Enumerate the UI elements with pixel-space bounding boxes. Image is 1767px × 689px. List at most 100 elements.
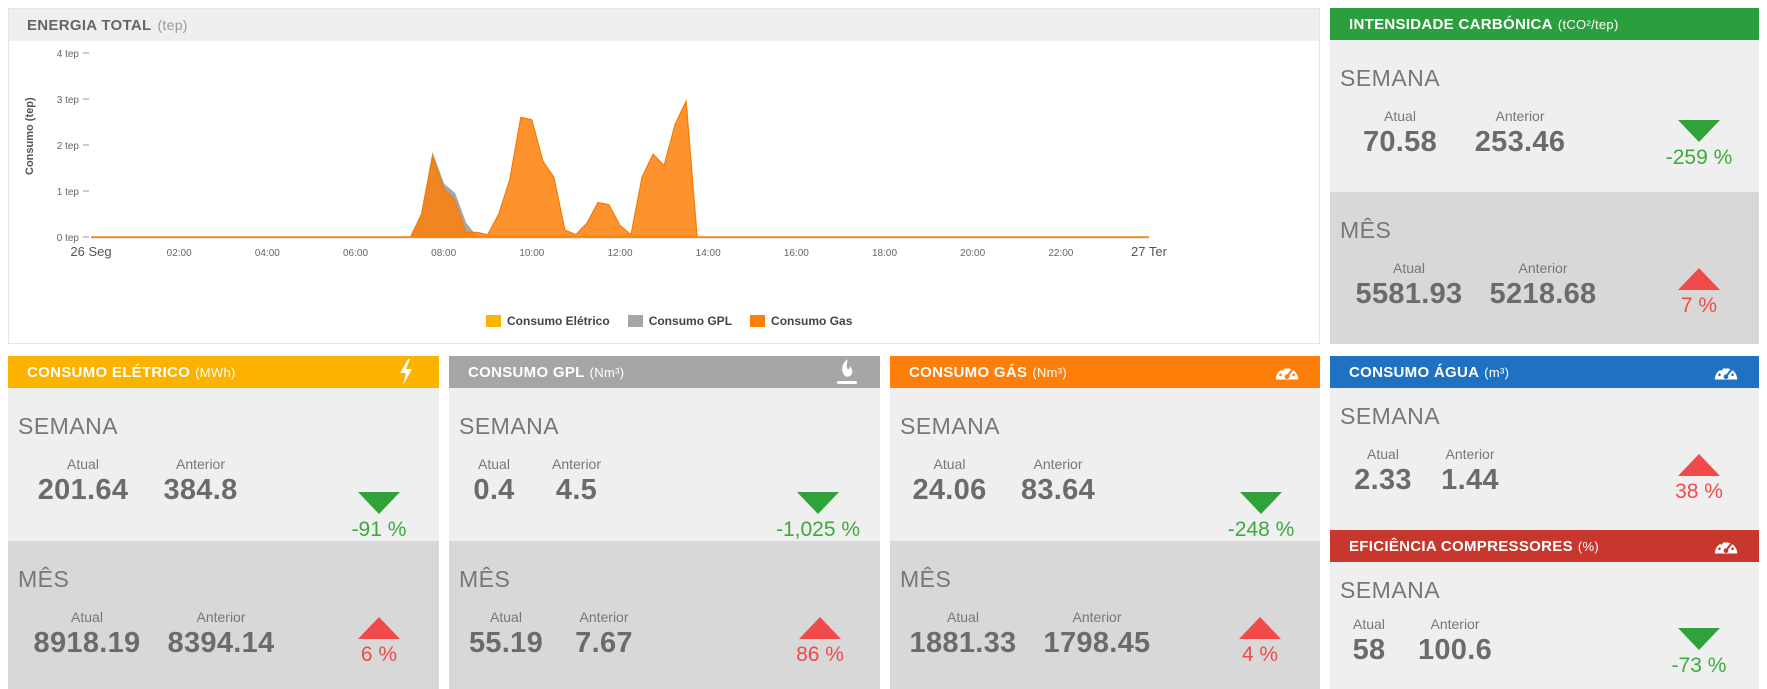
energia-total-chart[interactable]: Consumo (tep) 0 tep 1 tep 2 tep 3 tep 4 tep 26… bbox=[9, 41, 1319, 343]
gas-mes-anterior: Anterior 1798.45 bbox=[1032, 609, 1162, 660]
gpl-mes-anterior: Anterior 7.67 bbox=[559, 609, 649, 660]
gas-semana-atual: Atual 24.06 bbox=[902, 456, 997, 507]
energia-total-unit: (tep) bbox=[157, 17, 188, 33]
card-compressores-unit: (%) bbox=[1577, 538, 1599, 554]
x-tick-label: 26 Seg bbox=[70, 244, 111, 259]
atual-value: 70.58 bbox=[1362, 126, 1438, 158]
carbonica-semana-trend: -259 % bbox=[1659, 120, 1739, 170]
compressores-semana-anterior: Anterior 100.6 bbox=[1405, 616, 1505, 667]
card-gas-unit: (Nm³) bbox=[1032, 364, 1068, 380]
legend-label-gpl: Consumo GPL bbox=[648, 314, 733, 328]
legend-label-eletrico: Consumo Elétrico bbox=[507, 314, 610, 328]
agua-semana-trend: 38 % bbox=[1659, 454, 1739, 504]
carbonica-mes-label: MÊS bbox=[1340, 217, 1392, 243]
x-tick-label: 16:00 bbox=[784, 248, 809, 259]
gas-mes-atual: Atual 1881.33 bbox=[904, 609, 1022, 660]
atual-label: Atual bbox=[933, 456, 966, 472]
legend-swatch-gpl bbox=[627, 315, 643, 327]
card-agua-unit: (m³) bbox=[1484, 364, 1510, 380]
carbonica-semana-anterior: Anterior 253.46 bbox=[1460, 108, 1580, 159]
y-tick-label: 2 tep bbox=[57, 141, 80, 152]
x-tick-label: 02:00 bbox=[167, 248, 192, 259]
card-carbonica-unit: (tCO²/tep) bbox=[1557, 16, 1619, 32]
anterior-value: 83.64 bbox=[1020, 474, 1096, 506]
chart-legend: Consumo Elétrico Consumo GPL Consumo Gas bbox=[486, 314, 852, 328]
y-tick-label: 4 tep bbox=[57, 49, 80, 60]
x-tick-label: 14:00 bbox=[696, 248, 721, 259]
legend-item-gpl[interactable]: Consumo GPL bbox=[627, 314, 733, 328]
agua-semana-anterior: Anterior 1.44 bbox=[1430, 446, 1510, 497]
gas-semana-block: SEMANA Atual 24.06 Anterior 83.64 -248 % bbox=[890, 388, 1320, 541]
gpl-mes-atual: Atual 55.19 bbox=[461, 609, 551, 660]
energia-total-title: ENERGIA TOTAL bbox=[27, 16, 152, 34]
eletrico-mes-block: MÊS Atual 8918.19 Anterior 8394.14 6 % bbox=[8, 541, 439, 689]
anterior-label: Anterior bbox=[1033, 456, 1083, 472]
carbonica-mes-anterior: Anterior 5218.68 bbox=[1478, 260, 1608, 311]
card-gpl-unit: (Nm³) bbox=[589, 364, 625, 380]
y-tick-label: 1 tep bbox=[57, 187, 80, 198]
x-tick-label: 08:00 bbox=[431, 248, 456, 259]
agua-semana-atual: Atual 2.33 bbox=[1344, 446, 1422, 497]
trend-down-icon bbox=[797, 492, 839, 514]
trend-pct: -259 % bbox=[1665, 146, 1733, 169]
anterior-label: Anterior bbox=[1518, 260, 1568, 276]
card-consumo-eletrico: CONSUMO ELÉTRICO (MWh) SEMANA Atual 201.6… bbox=[8, 356, 439, 689]
eletrico-semana-label: SEMANA bbox=[18, 413, 119, 439]
atual-value: 58 bbox=[1352, 634, 1386, 666]
gauge-icon bbox=[1712, 359, 1740, 385]
y-tick-label: 3 tep bbox=[57, 95, 80, 106]
x-tick-label: 04:00 bbox=[255, 248, 280, 259]
gpl-mes-label: MÊS bbox=[459, 566, 511, 592]
legend-item-eletrico[interactable]: Consumo Elétrico bbox=[486, 314, 610, 328]
card-carbonica-header: INTENSIDADE CARBÓNICA (tCO²/tep) bbox=[1330, 8, 1759, 40]
eletrico-semana-atual: Atual 201.64 bbox=[28, 456, 138, 507]
compressores-semana-atual: Atual 58 bbox=[1344, 616, 1394, 667]
trend-pct: 6 % bbox=[360, 643, 398, 666]
x-tick-label: 27 Ter bbox=[1131, 244, 1168, 259]
y-axis-label: Consumo (tep) bbox=[24, 97, 36, 175]
atual-label: Atual bbox=[67, 456, 99, 472]
energia-total-header: ENERGIA TOTAL (tep) bbox=[9, 9, 1319, 41]
anterior-label: Anterior bbox=[1495, 108, 1545, 124]
atual-label: Atual bbox=[478, 456, 510, 472]
trend-pct: 4 % bbox=[1241, 643, 1279, 666]
card-gpl-header: CONSUMO GPL (Nm³) bbox=[449, 356, 880, 388]
trend-up-icon bbox=[1678, 454, 1720, 476]
anterior-label: Anterior bbox=[1430, 616, 1480, 632]
anterior-label: Anterior bbox=[1445, 446, 1495, 462]
anterior-value: 5218.68 bbox=[1489, 278, 1597, 310]
gauge-icon bbox=[1712, 533, 1740, 559]
legend-item-gas[interactable]: Consumo Gas bbox=[750, 314, 852, 328]
trend-down-icon bbox=[358, 492, 400, 514]
card-gas-header: CONSUMO GÁS (Nm³) bbox=[890, 356, 1320, 388]
trend-pct: 38 % bbox=[1675, 480, 1723, 503]
gas-semana-trend: -248 % bbox=[1216, 492, 1306, 542]
gpl-semana-label: SEMANA bbox=[459, 413, 560, 439]
trend-down-icon bbox=[1678, 628, 1720, 650]
atual-label: Atual bbox=[1367, 446, 1399, 462]
anterior-value: 1798.45 bbox=[1043, 627, 1151, 659]
anterior-value: 384.8 bbox=[163, 474, 238, 506]
eletrico-mes-atual: Atual 8918.19 bbox=[28, 609, 146, 660]
compressores-semana-trend: -73 % bbox=[1659, 628, 1739, 678]
agua-semana-block: SEMANA Atual 2.33 Anterior 1.44 38 % bbox=[1330, 388, 1759, 530]
anterior-value: 7.67 bbox=[575, 627, 633, 659]
anterior-value: 253.46 bbox=[1474, 126, 1566, 158]
card-agua-title: CONSUMO ÁGUA bbox=[1349, 363, 1480, 381]
atual-value: 55.19 bbox=[468, 627, 544, 659]
x-tick-label: 18:00 bbox=[872, 248, 897, 259]
gpl-mes-trend: 86 % bbox=[780, 617, 860, 667]
compressores-semana-block: SEMANA Atual 58 Anterior 100.6 -73 % bbox=[1330, 562, 1759, 689]
energia-total-panel: ENERGIA TOTAL (tep) Consumo (tep) 0 tep 1 … bbox=[8, 8, 1320, 344]
series-area-2 bbox=[91, 99, 1149, 238]
atual-value: 1881.33 bbox=[909, 627, 1017, 659]
gas-semana-anterior: Anterior 83.64 bbox=[1008, 456, 1108, 507]
eletrico-semana-block: SEMANA Atual 201.64 Anterior 384.8 -91 % bbox=[8, 388, 439, 541]
gauge-icon bbox=[1273, 359, 1301, 385]
card-consumo-agua: CONSUMO ÁGUA (m³) SEMANA Atual 2.33 Anter… bbox=[1330, 356, 1759, 530]
atual-label: Atual bbox=[1393, 260, 1425, 276]
x-tick-label: 12:00 bbox=[607, 248, 632, 259]
anterior-value: 4.5 bbox=[555, 474, 598, 506]
gpl-semana-atual: Atual 0.4 bbox=[459, 456, 529, 507]
gas-mes-trend: 4 % bbox=[1220, 617, 1300, 667]
